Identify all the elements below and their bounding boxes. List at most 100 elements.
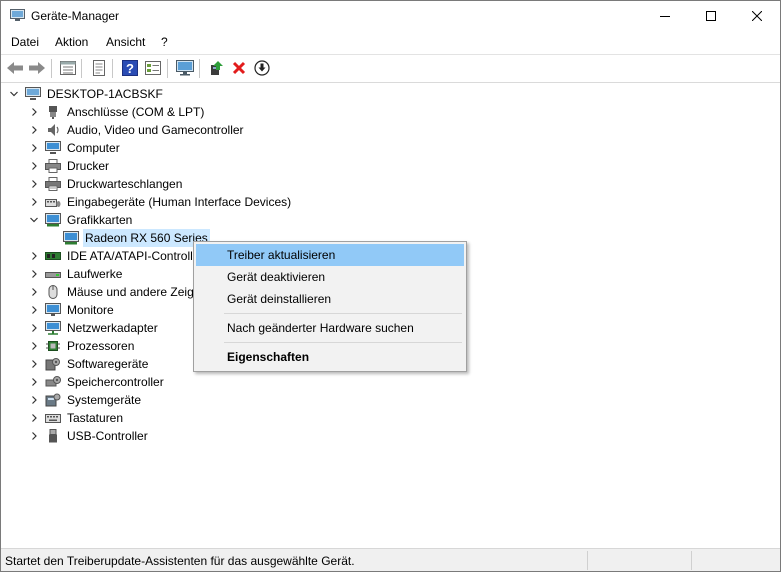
tree-item-computer[interactable]: Computer	[29, 139, 122, 157]
properties-grid-icon	[60, 61, 76, 75]
chevron-right-icon[interactable]	[29, 269, 39, 279]
tree-item-label: Netzwerkadapter	[67, 321, 158, 335]
tree-item-label: Tastaturen	[67, 411, 124, 425]
tree-item-druckwarteschlangen[interactable]: Druckwarteschlangen	[29, 175, 184, 193]
tree-item-audio[interactable]: Audio, Video und Gamecontroller	[29, 121, 246, 139]
svg-text:?: ?	[126, 61, 134, 76]
tree-item-label: Eingabegeräte (Human Interface Devices)	[67, 195, 292, 209]
menu-item-properties[interactable]: Eigenschaften	[196, 346, 464, 368]
menu-aktion[interactable]: Aktion	[55, 35, 88, 49]
tree-item-systemgeraete[interactable]: Systemgeräte	[29, 391, 143, 409]
tree-device-radeon[interactable]: Radeon RX 560 Series	[63, 229, 210, 247]
close-icon	[752, 11, 762, 21]
chevron-right-icon[interactable]	[29, 287, 39, 297]
storage-controller-icon	[45, 375, 61, 389]
tree-item-grafikkarten[interactable]: Grafikkarten	[29, 211, 134, 229]
tree-item-label: Radeon RX 560 Series	[83, 229, 210, 247]
mouse-icon	[45, 285, 61, 299]
tree-item-label: Monitore	[67, 303, 114, 317]
chevron-right-icon[interactable]	[29, 341, 39, 351]
enable-device-button[interactable]	[252, 59, 272, 77]
tree-item-prozessoren[interactable]: Prozessoren	[29, 337, 136, 355]
forward-arrow-icon	[29, 62, 45, 74]
chevron-right-icon[interactable]	[29, 161, 39, 171]
menu-separator	[224, 313, 462, 314]
tree-item-tastaturen[interactable]: Tastaturen	[29, 409, 125, 427]
menu-ansicht[interactable]: Ansicht	[106, 35, 145, 49]
download-circle-icon	[254, 60, 270, 76]
remove-device-icon	[232, 61, 246, 75]
chevron-right-icon[interactable]	[29, 107, 39, 117]
view-list-button[interactable]	[143, 59, 163, 77]
chevron-right-icon[interactable]	[29, 125, 39, 135]
tree-item-label: Drucker	[67, 159, 110, 173]
tree-item-eingabegeraete[interactable]: Eingabegeräte (Human Interface Devices)	[29, 193, 293, 211]
chevron-down-icon[interactable]	[29, 215, 39, 225]
tree-root[interactable]: DESKTOP-1ACBSKF	[9, 85, 165, 103]
chevron-right-icon[interactable]	[29, 413, 39, 423]
tree-item-label: IDE ATA/ATAPI-Controller	[67, 249, 204, 263]
tree-item-softwaregeraete[interactable]: Softwaregeräte	[29, 355, 150, 373]
forward-button[interactable]	[27, 59, 47, 77]
menu-datei[interactable]: Datei	[11, 35, 39, 49]
context-menu: Treiber aktualisieren Gerät deaktivieren…	[193, 241, 467, 372]
remove-device-button[interactable]	[229, 59, 249, 77]
monitor-scan-icon	[176, 60, 194, 76]
usb-icon	[45, 429, 61, 443]
tree-item-netzwerkadapter[interactable]: Netzwerkadapter	[29, 319, 160, 337]
menu-item-uninstall-device[interactable]: Gerät deinstallieren	[196, 288, 464, 310]
status-bar: Startet den Treiberupdate-Assistenten fü…	[1, 548, 780, 571]
tree-item-usb[interactable]: USB-Controller	[29, 427, 150, 445]
view-list-icon	[145, 61, 161, 75]
tree-item-label: Computer	[67, 141, 120, 155]
tree-item-ide[interactable]: IDE ATA/ATAPI-Controller	[29, 247, 205, 265]
toolbar-separator	[112, 59, 113, 78]
minimize-button[interactable]	[642, 1, 688, 31]
chevron-right-icon[interactable]	[29, 359, 39, 369]
back-button[interactable]	[5, 59, 25, 77]
tree-item-label: Prozessoren	[67, 339, 135, 353]
status-divider	[587, 551, 588, 570]
close-button[interactable]	[734, 1, 780, 31]
update-driver-button[interactable]	[206, 59, 226, 77]
tree-item-label: USB-Controller	[67, 429, 148, 443]
driver-details-button[interactable]	[89, 59, 109, 77]
cpu-chip-icon	[45, 339, 61, 353]
toolbar-separator	[81, 59, 82, 78]
chevron-right-icon[interactable]	[29, 179, 39, 189]
maximize-button[interactable]	[688, 1, 734, 31]
menu-item-update-driver[interactable]: Treiber aktualisieren	[196, 244, 464, 266]
properties-button[interactable]	[58, 59, 78, 77]
menu-help[interactable]: ?	[161, 35, 168, 49]
computer-desktop-icon	[25, 87, 41, 101]
chevron-down-icon[interactable]	[9, 89, 19, 99]
chevron-right-icon[interactable]	[29, 431, 39, 441]
tree-item-anschluesse[interactable]: Anschlüsse (COM & LPT)	[29, 103, 206, 121]
help-button[interactable]: ?	[120, 59, 140, 77]
hid-icon	[45, 195, 61, 209]
menu-bar: Datei Aktion Ansicht ?	[1, 32, 780, 52]
chevron-right-icon[interactable]	[29, 395, 39, 405]
network-adapter-icon	[45, 321, 61, 335]
device-manager-icon	[10, 9, 25, 21]
tree-item-speichercontroller[interactable]: Speichercontroller	[29, 373, 166, 391]
title-bar[interactable]: Geräte-Manager	[1, 1, 780, 31]
chevron-right-icon[interactable]	[29, 323, 39, 333]
tree-item-drucker[interactable]: Drucker	[29, 157, 111, 175]
chevron-right-icon[interactable]	[29, 377, 39, 387]
menu-item-scan-hardware[interactable]: Nach geänderter Hardware suchen	[196, 317, 464, 339]
tree-item-label: Anschlüsse (COM & LPT)	[67, 105, 205, 119]
chevron-right-icon[interactable]	[29, 143, 39, 153]
tree-item-monitore[interactable]: Monitore	[29, 301, 116, 319]
print-queue-icon	[45, 177, 61, 191]
chevron-right-icon[interactable]	[29, 305, 39, 315]
tree-item-label: Audio, Video und Gamecontroller	[67, 123, 244, 137]
device-manager-window: Geräte-Manager Datei Aktion Ansicht ? ? …	[0, 0, 781, 572]
chevron-right-icon[interactable]	[29, 251, 39, 261]
chevron-right-icon[interactable]	[29, 197, 39, 207]
menu-item-disable-device[interactable]: Gerät deaktivieren	[196, 266, 464, 288]
system-device-icon	[45, 393, 61, 407]
scan-hardware-button[interactable]	[175, 59, 195, 77]
port-plug-icon	[45, 105, 61, 119]
tree-item-laufwerke[interactable]: Laufwerke	[29, 265, 124, 283]
